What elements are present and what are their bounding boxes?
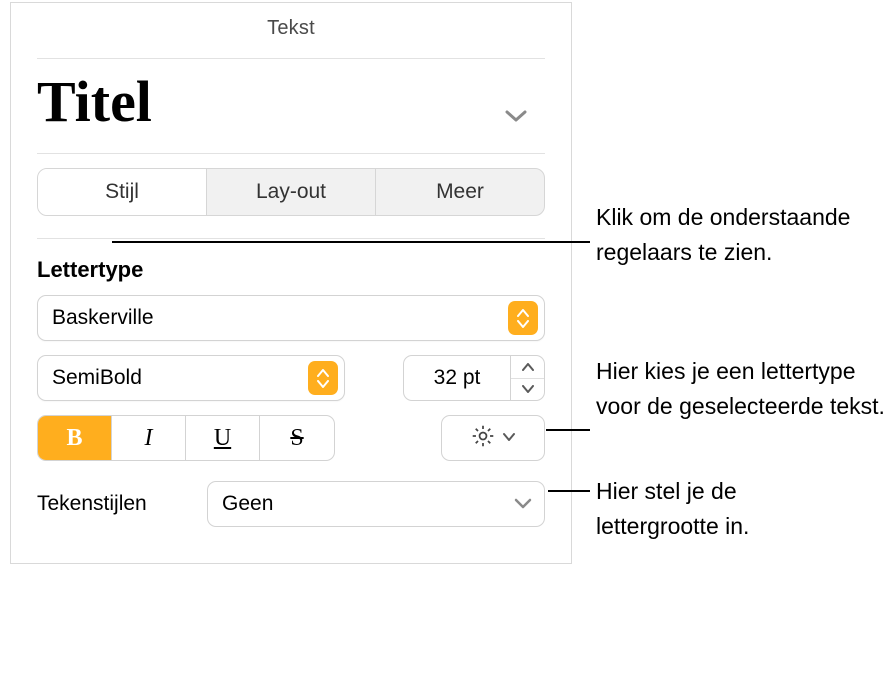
font-family-dropdown[interactable]: Baskerville <box>37 295 545 341</box>
font-size-stepper[interactable] <box>511 355 545 401</box>
paragraph-style-value: Titel <box>37 69 152 134</box>
character-styles-label: Tekenstijlen <box>37 492 187 516</box>
chevron-down-icon <box>502 429 516 447</box>
tab-more[interactable]: Meer <box>376 169 544 215</box>
paragraph-style-dropdown[interactable]: Titel <box>37 73 545 153</box>
updown-arrows-icon <box>308 361 338 395</box>
chevron-down-icon <box>514 492 532 516</box>
gear-icon <box>470 423 496 454</box>
tab-style[interactable]: Stijl <box>38 169 207 215</box>
callout-font: Hier kies je een lettertype voor de gese… <box>596 354 886 423</box>
divider <box>37 58 545 59</box>
updown-arrows-icon <box>508 301 538 335</box>
tab-layout[interactable]: Lay-out <box>207 169 376 215</box>
stepper-up[interactable] <box>511 356 544 379</box>
callout-line <box>546 429 590 431</box>
font-size-control: 32 pt <box>403 355 545 401</box>
underline-button[interactable]: U <box>186 416 260 460</box>
tab-bar: Stijl Lay-out Meer <box>37 168 545 216</box>
font-size-input[interactable]: 32 pt <box>403 355 511 401</box>
italic-button[interactable]: I <box>112 416 186 460</box>
chevron-down-icon <box>505 109 527 123</box>
divider <box>37 153 545 154</box>
font-section-label: Lettertype <box>37 257 545 283</box>
divider <box>37 238 545 239</box>
font-weight-value: SemiBold <box>52 366 308 390</box>
advanced-options-button[interactable] <box>441 415 545 461</box>
text-inspector-panel: Tekst Titel Stijl Lay-out Meer Lettertyp… <box>10 2 572 564</box>
callout-line <box>548 490 590 492</box>
character-styles-dropdown[interactable]: Geen <box>207 481 545 527</box>
bold-button[interactable]: B <box>38 416 112 460</box>
font-family-value: Baskerville <box>52 306 508 330</box>
callout-line <box>112 241 590 243</box>
strike-button[interactable]: S <box>260 416 334 460</box>
font-weight-dropdown[interactable]: SemiBold <box>37 355 345 401</box>
text-style-button-group: B I U S <box>37 415 335 461</box>
stepper-down[interactable] <box>511 379 544 401</box>
character-styles-value: Geen <box>222 492 514 516</box>
panel-title: Tekst <box>11 3 571 58</box>
callout-tabs: Klik om de onderstaande regelaars te zie… <box>596 200 878 269</box>
font-size-value: 32 pt <box>434 366 481 390</box>
callout-size: Hier stel je de lettergrootte in. <box>596 474 864 543</box>
